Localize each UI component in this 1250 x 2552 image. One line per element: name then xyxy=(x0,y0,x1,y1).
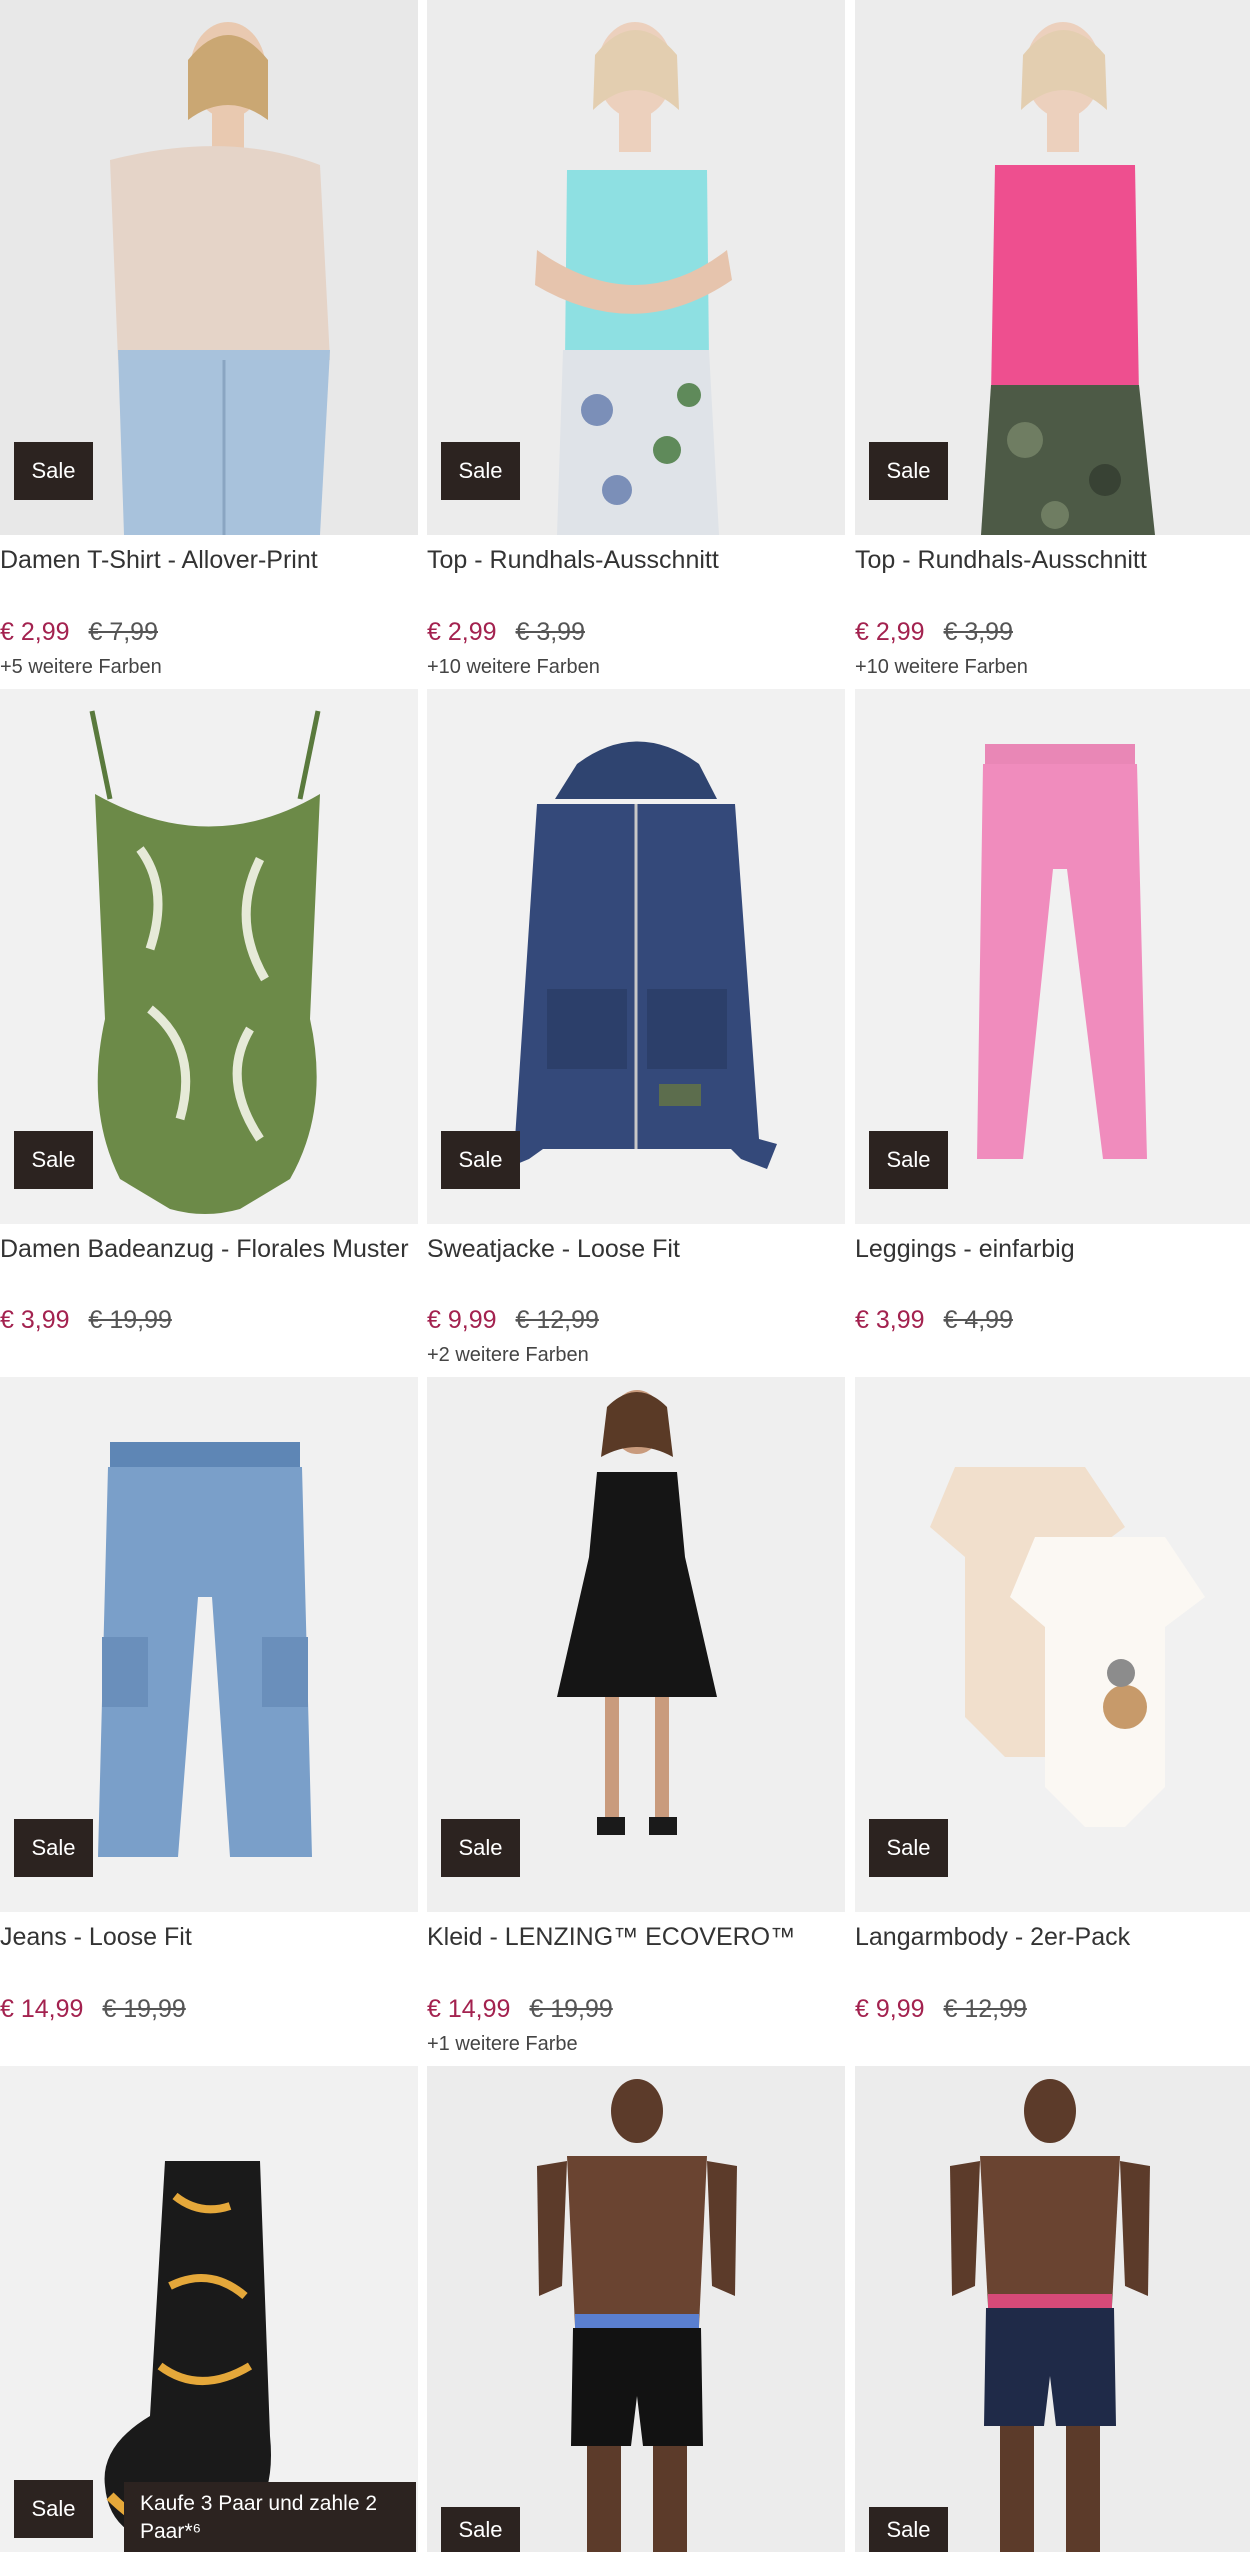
product-image[interactable]: Sale xyxy=(0,2066,418,2552)
price-row: € 9,99 € 12,99 xyxy=(855,1991,1027,2027)
original-price: € 7,99 xyxy=(88,618,158,646)
price-row: € 14,99 € 19,99 xyxy=(427,1991,613,2027)
product-title[interactable]: Damen Badeanzug - Florales Muster xyxy=(0,1232,418,1266)
sale-price: € 14,99 xyxy=(0,1995,84,2023)
price-row: € 2,99 € 3,99 xyxy=(855,614,1013,650)
original-price: € 3,99 xyxy=(943,618,1013,646)
sale-badge: Sale xyxy=(14,2480,93,2538)
sale-price: € 2,99 xyxy=(855,618,925,646)
original-price: € 12,99 xyxy=(943,1995,1027,2023)
original-price: € 19,99 xyxy=(88,1306,172,1334)
sale-price: € 14,99 xyxy=(427,1995,511,2023)
price-row: € 14,99 € 19,99 xyxy=(0,1991,186,2027)
sale-badge: Sale xyxy=(14,1131,93,1189)
product-grid: Sale Damen T-Shirt - Allover-Print € 2,9… xyxy=(0,0,1250,2552)
price-row: € 9,99 € 12,99 xyxy=(427,1302,599,1338)
sale-badge: Sale xyxy=(869,442,948,500)
sale-price: € 9,99 xyxy=(855,1995,925,2023)
product-title[interactable]: Leggings - einfarbig xyxy=(855,1232,1250,1266)
sale-badge: Sale xyxy=(441,1131,520,1189)
product-title[interactable]: Top - Rundhals-Ausschnitt xyxy=(855,543,1250,577)
sale-badge: Sale xyxy=(14,1819,93,1877)
product-image[interactable]: Sale xyxy=(427,1377,845,1912)
price-row: € 3,99 € 4,99 xyxy=(855,1302,1013,1338)
product-image[interactable]: Sale xyxy=(855,1377,1250,1912)
sale-badge: Sale xyxy=(869,1131,948,1189)
price-row: € 2,99 € 3,99 xyxy=(427,614,585,650)
sale-badge: Sale xyxy=(441,442,520,500)
more-colors-link[interactable]: +2 weitere Farben xyxy=(427,1341,589,1369)
product-title[interactable]: Kleid - LENZING™ ECOVERO™ xyxy=(427,1920,845,1954)
product-title[interactable]: Sweatjacke - Loose Fit xyxy=(427,1232,845,1266)
sale-badge: Sale xyxy=(441,1819,520,1877)
sale-badge: Sale xyxy=(869,2507,948,2552)
product-title[interactable]: Langarmbody - 2er-Pack xyxy=(855,1920,1250,1954)
promo-badge: Kaufe 3 Paar und zahle 2 Paar*⁶ xyxy=(124,2482,416,2552)
product-image[interactable]: Sale xyxy=(0,1377,418,1912)
original-price: € 19,99 xyxy=(529,1995,613,2023)
product-title[interactable]: Damen T-Shirt - Allover-Print xyxy=(0,543,418,577)
price-row: € 3,99 € 19,99 xyxy=(0,1302,172,1338)
product-card[interactable]: Sale Leggings - einfarbig € 3,99 € 4,99 xyxy=(855,689,1250,1377)
product-title[interactable]: Jeans - Loose Fit xyxy=(0,1920,418,1954)
product-image[interactable]: Sale xyxy=(855,689,1250,1224)
product-title[interactable]: Top - Rundhals-Ausschnitt xyxy=(427,543,845,577)
product-card[interactable]: Sale Jeans - Loose Fit € 14,99 € 19,99 xyxy=(0,1377,418,2066)
sale-badge: Sale xyxy=(441,2507,520,2552)
price-row: € 2,99 € 7,99 xyxy=(0,614,158,650)
more-colors-link[interactable]: +10 weitere Farben xyxy=(427,653,600,681)
product-card[interactable]: Sale Damen Badeanzug - Florales Muster €… xyxy=(0,689,418,1377)
more-colors-link[interactable]: +10 weitere Farben xyxy=(855,653,1028,681)
product-image[interactable]: Sale xyxy=(855,0,1250,535)
man-navy-shorts-image xyxy=(855,2066,1250,2552)
product-card[interactable]: Sale xyxy=(855,2066,1250,2552)
sale-price: € 2,99 xyxy=(0,618,70,646)
product-card[interactable]: Sale Kleid - LENZING™ ECOVERO™ € 14,99 €… xyxy=(427,1377,845,2066)
product-image[interactable]: Sale xyxy=(0,689,418,1224)
original-price: € 3,99 xyxy=(515,618,585,646)
original-price: € 19,99 xyxy=(102,1995,186,2023)
original-price: € 12,99 xyxy=(515,1306,599,1334)
product-card[interactable]: Sale Damen T-Shirt - Allover-Print € 2,9… xyxy=(0,0,418,689)
product-image[interactable]: Sale xyxy=(427,689,845,1224)
product-image[interactable]: Sale xyxy=(427,0,845,535)
sale-price: € 3,99 xyxy=(0,1306,70,1334)
sale-price: € 9,99 xyxy=(427,1306,497,1334)
more-colors-link[interactable]: +5 weitere Farben xyxy=(0,653,162,681)
product-card[interactable]: Sale xyxy=(0,2066,418,2552)
sale-price: € 2,99 xyxy=(427,618,497,646)
product-image[interactable]: Sale xyxy=(0,0,418,535)
product-image[interactable]: Sale xyxy=(855,2066,1250,2552)
product-card[interactable]: Sale Top - Rundhals-Ausschnitt € 2,99 € … xyxy=(855,0,1250,689)
product-card[interactable]: Sale Top - Rundhals-Ausschnitt € 2,99 € … xyxy=(427,0,845,689)
original-price: € 4,99 xyxy=(943,1306,1013,1334)
man-black-shorts-image xyxy=(427,2066,845,2552)
product-card[interactable]: Sale Langarmbody - 2er-Pack € 9,99 € 12,… xyxy=(855,1377,1250,2066)
sale-price: € 3,99 xyxy=(855,1306,925,1334)
sale-badge: Sale xyxy=(14,442,93,500)
product-image[interactable]: Sale xyxy=(427,2066,845,2552)
sale-badge: Sale xyxy=(869,1819,948,1877)
product-card[interactable]: Sale Sweatjacke - Loose Fit € 9,99 € 12,… xyxy=(427,689,845,1377)
product-card[interactable]: Sale xyxy=(427,2066,845,2552)
more-colors-link[interactable]: +1 weitere Farbe xyxy=(427,2030,578,2058)
